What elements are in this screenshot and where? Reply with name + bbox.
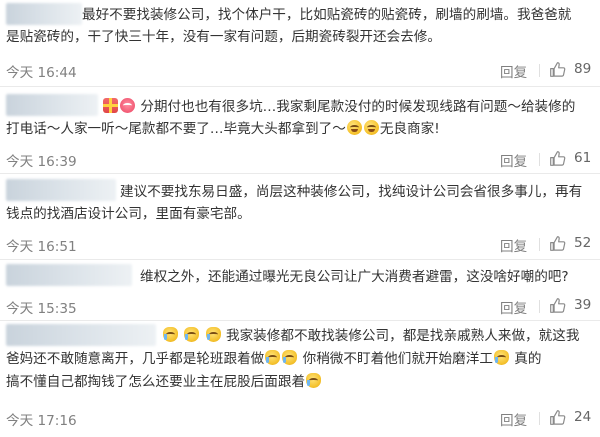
comment-text: 我家装修都不敢找装修公司，都是找亲戚熟人来做，就这我 爸妈还不敢随意离开，几乎都…	[6, 325, 592, 394]
comment-text-line: 维权之外，还能通过曝光无良公司让广大消费者避雷，这没啥好嘲的吧?	[140, 269, 569, 285]
cry-emoji-icon	[306, 373, 322, 388]
comment-meta: 今天 16:44 回复 89	[6, 61, 594, 81]
comment-text: 最好不要找装修公司，找个体户干，比如贴瓷砖的贴瓷砖，刷墙的刷墙。我爸爸就 是贴瓷…	[6, 4, 592, 48]
comment-text-line: 你稍微不盯着他们就开始磨洋工	[302, 351, 493, 367]
timestamp: 今天 16:39	[6, 154, 77, 170]
thumbs-up-icon[interactable]	[549, 409, 566, 426]
like-count: 24	[574, 409, 592, 425]
reply-button[interactable]: 回复	[500, 150, 527, 170]
comment-text: 建议不要找东易日盛，尚层这种装修公司，找纯设计公司会省很多事儿，再有 钱点的找酒…	[6, 181, 592, 225]
divider	[0, 320, 600, 321]
heart-emoji-icon	[120, 98, 135, 113]
timestamp: 今天 15:35	[6, 301, 77, 317]
cry-emoji-icon	[282, 350, 298, 365]
thumbs-up-icon[interactable]	[549, 297, 566, 314]
comment-text-line: 最好不要找装修公司，找个体户干，比如贴瓷砖的贴瓷砖，刷墙的刷墙。我爸爸就	[82, 7, 572, 23]
comment-text-line: 搞不懂自己都掏钱了怎么还要业主在屁股后面跟着	[6, 374, 306, 390]
comment-text: 维权之外，还能通过曝光无良公司让广大消费者避雷，这没啥好嘲的吧?	[6, 266, 592, 288]
meta-divider	[539, 238, 540, 251]
cry-emoji-icon	[184, 327, 200, 342]
comment-text-line: 分期付也也有很多坑…我家剩尾款没付的时候发现线路有问题～给装修的	[140, 99, 576, 115]
timestamp: 今天 16:44	[6, 65, 77, 81]
cry-emoji-icon	[163, 327, 178, 342]
comment-text-line: 我家装修都不敢找装修公司，都是找亲戚熟人来做，就这我	[225, 328, 580, 344]
comment-meta: 今天 17:16 回复 24	[6, 409, 594, 429]
meta-divider	[539, 64, 540, 77]
comment-text-line: 建议不要找东易日盛，尚层这种装修公司，找纯设计公司会省很多事儿，再有	[120, 184, 583, 200]
thumbs-up-icon[interactable]	[549, 150, 566, 167]
divider	[0, 259, 600, 260]
meta-divider	[539, 412, 540, 425]
laugh-emoji-icon	[363, 120, 379, 135]
comment-text-line: 无良商家!	[379, 121, 440, 137]
timestamp: 今天 17:16	[6, 413, 77, 429]
cry-emoji-icon	[265, 350, 281, 365]
divider	[0, 173, 600, 174]
divider	[0, 86, 600, 87]
laugh-emoji-icon	[346, 120, 362, 135]
thumbs-up-icon[interactable]	[549, 235, 566, 252]
comment-text: 分期付也也有很多坑…我家剩尾款没付的时候发现线路有问题～给装修的 打电话～人家一…	[6, 96, 592, 140]
comment-text-line: 是贴瓷砖的，干了快三十年，没有一家有问题，后期瓷砖裂开还会去修。	[6, 29, 441, 45]
reply-button[interactable]: 回复	[500, 235, 527, 255]
comment-meta: 今天 16:39 回复 61	[6, 150, 594, 170]
meta-divider	[539, 153, 540, 166]
comment-text-line: 爸妈还不敢随意离开，几乎都是轮班跟着做	[6, 351, 265, 367]
timestamp: 今天 16:51	[6, 239, 77, 255]
comment-meta: 今天 16:51 回复 52	[6, 235, 594, 255]
like-count: 89	[574, 61, 592, 77]
like-count: 61	[574, 150, 592, 166]
comment-list: 最好不要找装修公司，找个体户干，比如贴瓷砖的贴瓷砖，刷墙的刷墙。我爸爸就 是贴瓷…	[0, 0, 600, 437]
reply-button[interactable]: 回复	[500, 409, 527, 429]
comment-text-line: 钱点的找酒店设计公司，里面有豪宅部。	[6, 206, 251, 222]
like-count: 39	[574, 297, 592, 313]
comment-text-line: 真的	[514, 351, 542, 367]
comment-text-line: 打电话～人家一听～尾款都不要了…毕竟大头都拿到了～	[6, 121, 346, 137]
meta-divider	[539, 300, 540, 313]
cry-emoji-icon	[493, 350, 509, 365]
gift-emoji-icon	[103, 98, 118, 113]
thumbs-up-icon[interactable]	[549, 61, 566, 78]
reply-button[interactable]: 回复	[500, 61, 527, 81]
comment-meta: 今天 15:35 回复 39	[6, 297, 594, 317]
like-count: 52	[574, 235, 592, 251]
reply-button[interactable]: 回复	[500, 297, 527, 317]
cry-emoji-icon	[205, 327, 221, 342]
